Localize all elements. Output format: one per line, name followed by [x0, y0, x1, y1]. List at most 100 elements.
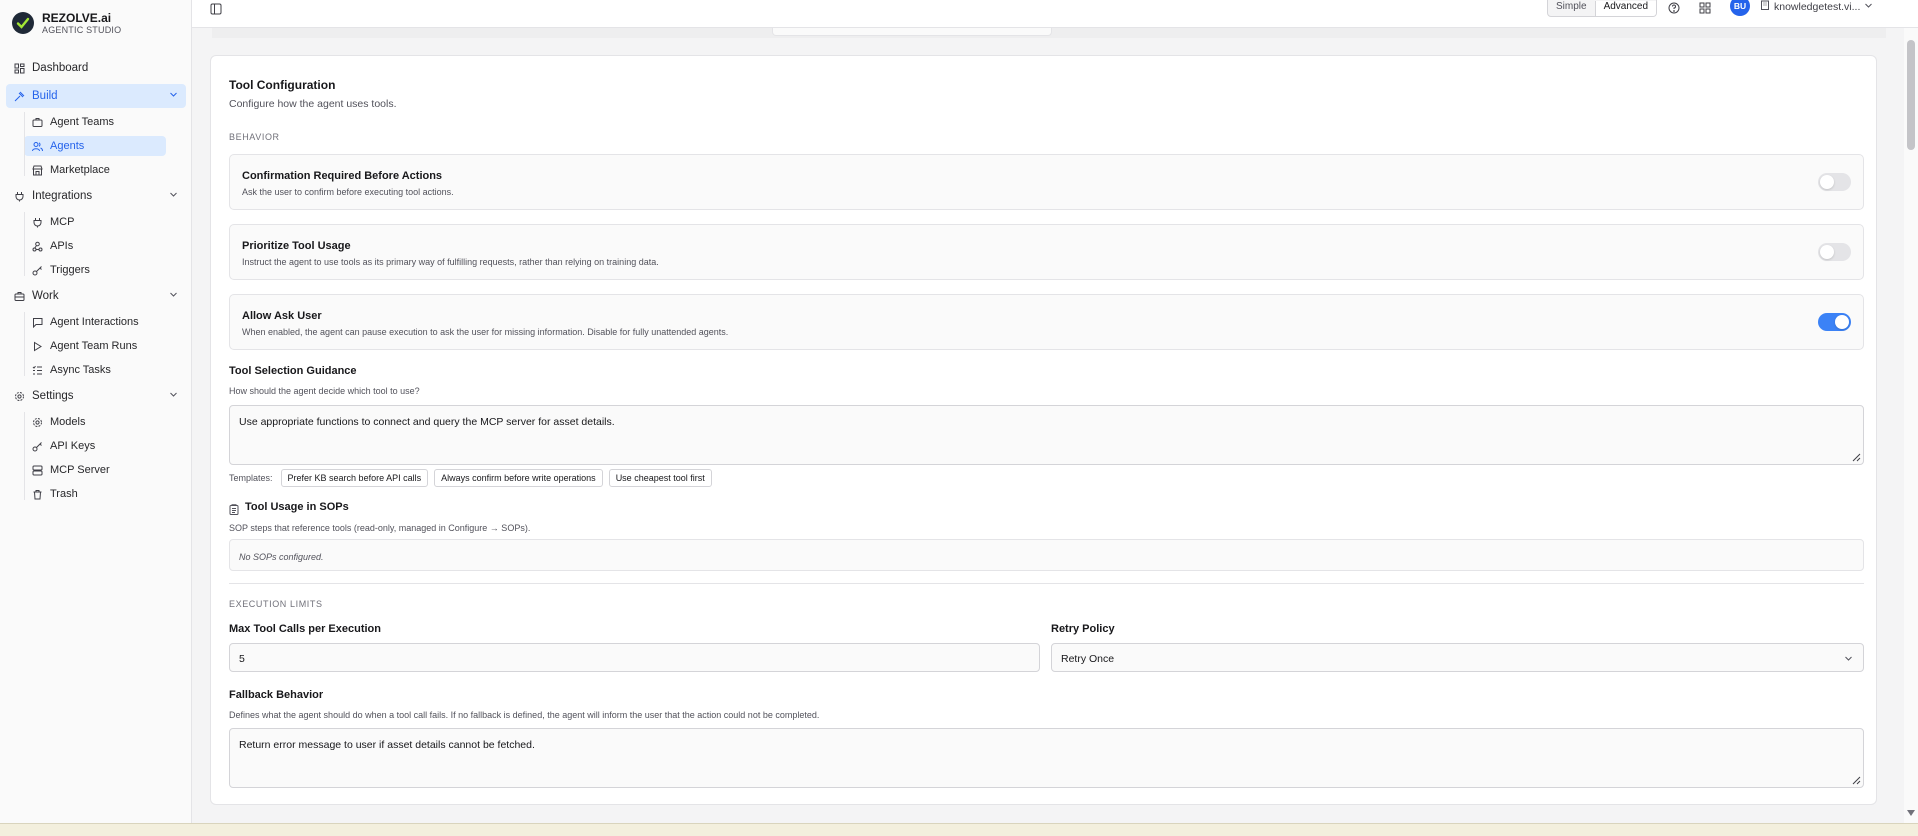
- sops-empty-text: No SOPs configured.: [239, 552, 324, 562]
- fallback-behavior-label: Fallback Behavior: [229, 689, 324, 701]
- sidebar-item-build[interactable]: Build: [6, 84, 186, 108]
- sidebar-item-agent-team-runs[interactable]: Agent Team Runs: [24, 336, 166, 356]
- tool-usage-sops-label: Tool Usage in SOPs: [245, 501, 349, 513]
- mode-toggle: Simple Advanced: [1547, 0, 1658, 17]
- sidebar-item-settings[interactable]: Settings: [6, 384, 186, 408]
- chevron-down-icon: [169, 390, 178, 402]
- header-strip: [212, 28, 1886, 38]
- sidebar-toggle-icon[interactable]: [210, 2, 222, 15]
- option-confirmation-required: Confirmation Required Before Actions Ask…: [229, 154, 1864, 210]
- resize-handle-icon[interactable]: [1851, 775, 1861, 785]
- option-description: Instruct the agent to use tools as its p…: [242, 257, 659, 267]
- sidebar: REZOLVE.ai AGENTIC STUDIO Dashboard Buil…: [0, 0, 192, 823]
- plug-icon: [13, 190, 25, 202]
- tool-selection-guidance-textarea[interactable]: Use appropriate functions to connect and…: [229, 405, 1864, 465]
- option-title: Allow Ask User: [242, 310, 322, 322]
- sidebar-item-label: MCP: [50, 216, 75, 228]
- section-title: Tool Configuration: [229, 78, 336, 92]
- header-pill: [772, 28, 1052, 36]
- fallback-behavior-hint: Defines what the agent should do when a …: [229, 710, 820, 720]
- webhook-icon: [31, 240, 43, 252]
- gear-icon: [13, 390, 25, 402]
- retry-policy-select[interactable]: Retry Once: [1051, 643, 1864, 672]
- vertical-scrollbar[interactable]: [1904, 28, 1918, 823]
- sidebar-item-integrations[interactable]: Integrations: [6, 184, 186, 208]
- store-icon: [31, 164, 43, 176]
- sidebar-item-async-tasks[interactable]: Async Tasks: [24, 360, 166, 380]
- clipboard-icon: [229, 502, 239, 520]
- sidebar-item-label: Agent Interactions: [50, 316, 139, 328]
- chevron-down-icon: [169, 190, 178, 202]
- max-tool-calls-input[interactable]: 5: [229, 643, 1040, 672]
- tool-configuration-card: Tool Configuration Configure how the age…: [210, 55, 1877, 805]
- confirmation-required-toggle[interactable]: [1818, 173, 1851, 191]
- brand-logo-icon: [12, 12, 34, 34]
- mode-advanced-button[interactable]: Advanced: [1594, 1, 1657, 16]
- option-description: When enabled, the agent can pause execut…: [242, 327, 729, 337]
- resize-handle-icon[interactable]: [1851, 452, 1861, 462]
- tenant-selector[interactable]: knowledgetest.vi...: [1760, 0, 1873, 13]
- os-taskbar: [0, 823, 1918, 836]
- scroll-down-arrow-icon[interactable]: [1906, 804, 1916, 822]
- brand-name: REZOLVE.ai: [42, 10, 112, 25]
- tool-usage-sops-hint: SOP steps that reference tools (read-onl…: [229, 523, 531, 533]
- template-chip[interactable]: Always confirm before write operations: [434, 469, 603, 487]
- apps-grid-icon[interactable]: [1699, 1, 1711, 14]
- sidebar-item-marketplace[interactable]: Marketplace: [24, 160, 166, 180]
- brand[interactable]: REZOLVE.ai AGENTIC STUDIO: [0, 0, 191, 40]
- sidebar-item-label: Agent Team Runs: [50, 340, 138, 352]
- toggle-knob: [1820, 175, 1834, 189]
- prioritize-tool-usage-toggle[interactable]: [1818, 243, 1851, 261]
- trash-icon: [31, 488, 43, 500]
- sidebar-item-label: API Keys: [50, 440, 96, 452]
- sidebar-item-mcp[interactable]: MCP: [24, 212, 166, 232]
- users-icon: [31, 140, 43, 152]
- sidebar-item-label: Models: [50, 416, 86, 428]
- chevron-down-icon: [169, 290, 178, 302]
- input-value: 5: [239, 653, 245, 665]
- template-chip[interactable]: Use cheapest tool first: [608, 469, 712, 487]
- chevron-down-icon: [1844, 654, 1853, 663]
- sidebar-item-agent-interactions[interactable]: Agent Interactions: [24, 312, 166, 332]
- template-chip[interactable]: Prefer KB search before API calls: [280, 469, 429, 487]
- templates-label: Templates:: [229, 473, 273, 483]
- sidebar-item-label: MCP Server: [50, 464, 110, 476]
- chevron-down-icon: [169, 90, 178, 102]
- top-bar: Simple Advanced BU knowledgetest.vi...: [192, 0, 1918, 28]
- allow-ask-user-toggle[interactable]: [1818, 313, 1851, 331]
- sidebar-item-mcp-server[interactable]: MCP Server: [24, 460, 166, 480]
- sidebar-item-apis[interactable]: APIs: [24, 236, 166, 256]
- key-icon: [31, 264, 43, 276]
- fallback-behavior-textarea[interactable]: Return error message to user if asset de…: [229, 728, 1864, 788]
- mode-simple-button[interactable]: Simple: [1548, 1, 1595, 16]
- sidebar-item-label: Dashboard: [32, 62, 89, 74]
- avatar[interactable]: BU: [1730, 0, 1750, 16]
- sidebar-item-label: Agents: [50, 140, 85, 152]
- select-value: Retry Once: [1061, 653, 1115, 665]
- sidebar-item-triggers[interactable]: Triggers: [24, 260, 166, 280]
- app-window: REZOLVE.ai AGENTIC STUDIO Dashboard Buil…: [0, 0, 1918, 823]
- sidebar-item-label: Integrations: [32, 190, 93, 202]
- sidebar-item-trash[interactable]: Trash: [24, 484, 166, 504]
- sidebar-item-api-keys[interactable]: API Keys: [24, 436, 166, 456]
- behavior-heading: BEHAVIOR: [229, 132, 280, 142]
- tenant-name: knowledgetest.vi...: [1774, 0, 1861, 13]
- sidebar-item-label: APIs: [50, 240, 74, 252]
- execution-limits-heading: EXECUTION LIMITS: [229, 599, 323, 609]
- briefcase-icon: [13, 290, 25, 302]
- sidebar-item-models[interactable]: Models: [24, 412, 166, 432]
- sidebar-item-label: Triggers: [50, 264, 90, 276]
- sidebar-item-work[interactable]: Work: [6, 284, 186, 308]
- scrollbar-thumb[interactable]: [1907, 40, 1915, 150]
- sidebar-item-agents[interactable]: Agents: [24, 136, 166, 156]
- section-description: Configure how the agent uses tools.: [229, 98, 397, 110]
- sidebar-item-label: Marketplace: [50, 164, 110, 176]
- sidebar-item-label: Work: [32, 290, 59, 302]
- briefcase-icon: [31, 116, 43, 128]
- sidebar-item-dashboard[interactable]: Dashboard: [6, 56, 186, 80]
- sops-list: No SOPs configured.: [229, 539, 1864, 571]
- sidebar-item-agent-teams[interactable]: Agent Teams: [24, 112, 166, 132]
- toggle-knob: [1835, 315, 1849, 329]
- help-icon[interactable]: [1668, 1, 1680, 14]
- tool-selection-guidance-hint: How should the agent decide which tool t…: [229, 386, 420, 396]
